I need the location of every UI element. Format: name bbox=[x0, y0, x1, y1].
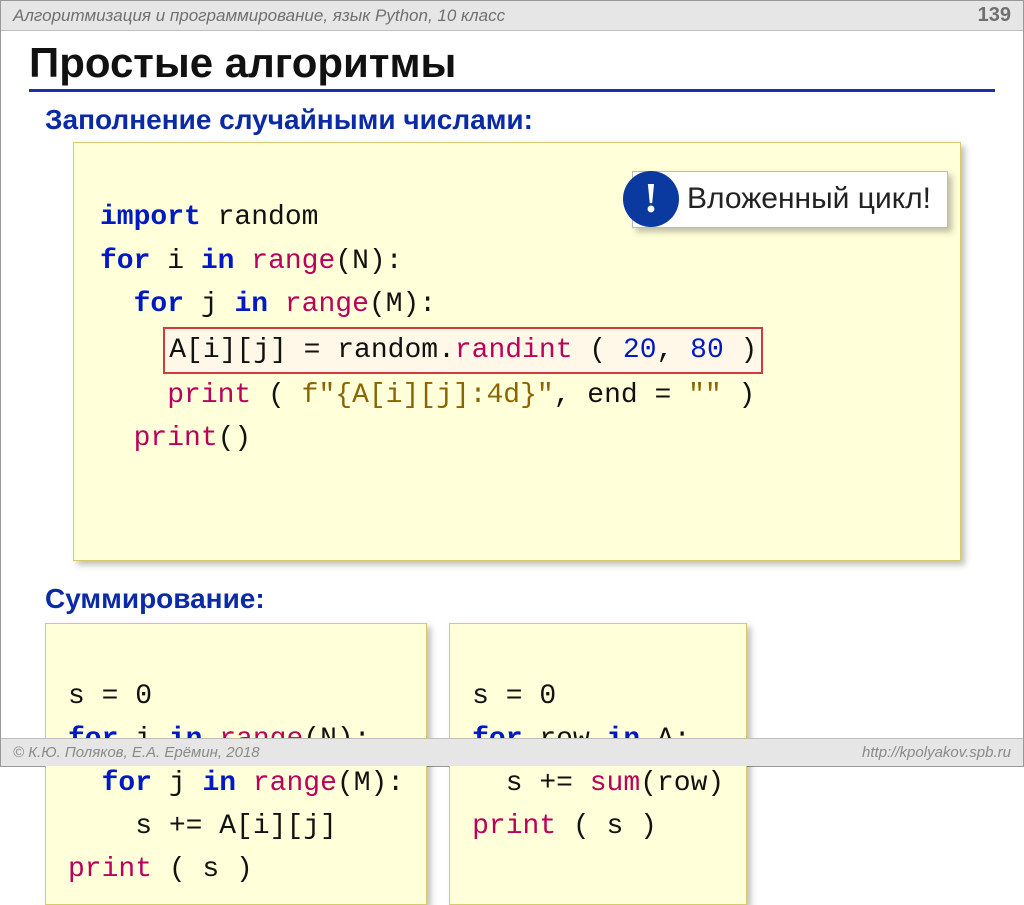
code-token: ( bbox=[573, 335, 623, 366]
callout-text: Вложенный цикл! bbox=[687, 176, 931, 223]
code-token: ( s ) bbox=[152, 854, 253, 885]
code-highlight: A[i][j] = random.randint ( 20, 80 ) bbox=[163, 327, 763, 374]
footer-bar: © К.Ю. Поляков, Е.А. Ерёмин, 2018 http:/… bbox=[1, 738, 1023, 766]
code-token: import bbox=[100, 202, 201, 233]
code-token: s = 0 bbox=[68, 681, 152, 712]
callout-nested-loop: ! Вложенный цикл! bbox=[632, 171, 948, 228]
code-token: for bbox=[134, 289, 184, 320]
header-bar: Алгоритмизация и программирование, язык … bbox=[1, 1, 1023, 31]
page-title: Простые алгоритмы bbox=[29, 39, 995, 92]
code-token: print bbox=[68, 854, 152, 885]
code-token: range bbox=[251, 246, 335, 277]
code-token: print bbox=[167, 380, 251, 411]
code-token: (M): bbox=[369, 289, 436, 320]
code-token: f"{A[i][j]:4d}" bbox=[302, 380, 554, 411]
code-token: range bbox=[253, 768, 337, 799]
code-token: "" bbox=[688, 380, 722, 411]
code-token: , bbox=[657, 335, 691, 366]
page-number: 139 bbox=[978, 4, 1011, 27]
code-token: in bbox=[201, 246, 235, 277]
code-token: ) bbox=[724, 335, 758, 366]
code-block-fill: import random for i in range(N): for j i… bbox=[73, 142, 961, 561]
code-token: s += bbox=[506, 768, 590, 799]
code-token: (row) bbox=[640, 768, 724, 799]
code-token: for bbox=[100, 246, 150, 277]
code-token: 20 bbox=[623, 335, 657, 366]
section-heading-fill: Заполнение случайными числами: bbox=[45, 104, 995, 136]
code-token: A[i][j] = random. bbox=[169, 335, 455, 366]
code-token: ) bbox=[722, 380, 756, 411]
content-area: Заполнение случайными числами: import ra… bbox=[1, 92, 1023, 905]
code-token: j bbox=[152, 768, 202, 799]
footer-copyright: © К.Ю. Поляков, Е.А. Ерёмин, 2018 bbox=[13, 744, 260, 761]
code-token: s += A[i][j] bbox=[135, 811, 337, 842]
code-token: random bbox=[201, 202, 319, 233]
code-token: in bbox=[234, 289, 268, 320]
slide: Алгоритмизация и программирование, язык … bbox=[0, 0, 1024, 767]
section-heading-sum: Суммирование: bbox=[45, 583, 995, 615]
code-token: in bbox=[202, 768, 236, 799]
exclamation-icon: ! bbox=[623, 171, 679, 227]
code-token: for bbox=[102, 768, 152, 799]
code-token: randint bbox=[455, 335, 573, 366]
footer-url: http://kpolyakov.spb.ru bbox=[862, 744, 1011, 761]
code-token: ( s ) bbox=[556, 811, 657, 842]
code-token: range bbox=[285, 289, 369, 320]
code-token: (N): bbox=[335, 246, 402, 277]
code-token: , end = bbox=[554, 380, 688, 411]
code-token: sum bbox=[590, 768, 640, 799]
code-token: ( bbox=[251, 380, 301, 411]
code-token: j bbox=[184, 289, 234, 320]
code-token: (M): bbox=[337, 768, 404, 799]
code-token: s = 0 bbox=[472, 681, 556, 712]
course-title: Алгоритмизация и программирование, язык … bbox=[13, 6, 505, 26]
code-token: print bbox=[134, 423, 218, 454]
code-token: 80 bbox=[690, 335, 724, 366]
code-token: print bbox=[472, 811, 556, 842]
code-token: i bbox=[150, 246, 200, 277]
code-token: () bbox=[218, 423, 252, 454]
